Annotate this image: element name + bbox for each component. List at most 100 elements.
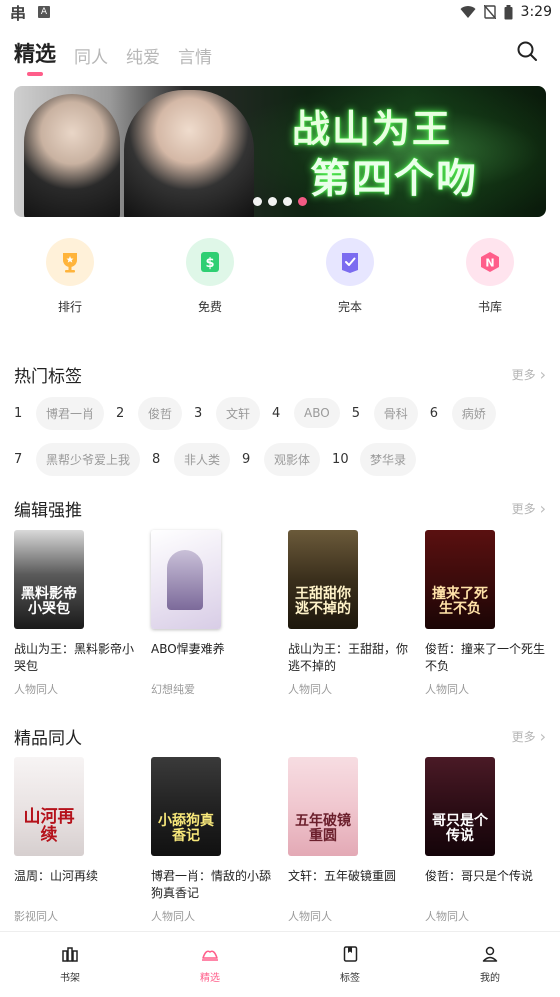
tag-item[interactable]: 9 观影体 [242,442,321,476]
nav-tags[interactable]: 标签 [280,932,420,997]
book-card[interactable]: ABO悍妻难养 幻想纯爱 [151,530,288,697]
book-category: 人物同人 [288,910,332,923]
book-category: 人物同人 [288,683,332,696]
cover-title: 哥只是个传说 [432,813,488,844]
book-title[interactable]: 博君一肖：情敌的小舔狗真香记 [151,868,275,902]
tag-pill[interactable]: 文轩 [216,396,261,430]
bottom-navigation: 书架 精选 标签 我的 [0,931,560,997]
tab-romance[interactable]: 言情 [178,43,212,68]
tag-item[interactable]: 8 非人类 [152,442,231,476]
search-icon[interactable] [516,40,538,62]
category-library[interactable]: N 书库 [420,238,560,315]
tag-rank: 10 [332,451,349,467]
book-cover[interactable]: 黑料影帝小哭包 [14,530,84,629]
tab-fanfic[interactable]: 同人 [74,43,108,68]
book-title[interactable]: 战山为王：王甜甜，你逃不掉的 [288,641,412,675]
more-label: 更多 [511,502,536,516]
banner-pager [14,197,546,206]
book-title[interactable]: ABO悍妻难养 [151,641,275,675]
book-title[interactable]: 俊哲：撞来了一个死生不负 [425,641,549,675]
tag-pill[interactable]: 梦华录 [360,442,417,476]
book-card[interactable]: 五年破镜重圆 文轩：五年破镜重圆 人物同人 [288,757,425,924]
book-title[interactable]: 温周：山河再续 [14,868,138,902]
book-card[interactable]: 黑料影帝小哭包 战山为王：黑料影帝小哭包 人物同人 [14,530,151,697]
tag-rank: 2 [116,405,125,421]
nav-featured[interactable]: 精选 [140,932,280,997]
editor-picks-header: 编辑强推 更多 › [14,496,546,521]
chevron-right-icon: › [539,727,546,746]
cover-title: 撞来了死生不负 [432,586,488,617]
tag-pill[interactable]: 黑帮少爷爱上我 [36,442,141,476]
book-card[interactable]: 小舔狗真香记 博君一肖：情敌的小舔狗真香记 人物同人 [151,757,288,924]
banner-dot[interactable] [253,197,262,206]
nav-profile[interactable]: 我的 [420,932,560,997]
tag-item[interactable]: 1 博君一肖 [14,396,105,430]
tag-rank: 4 [272,405,281,421]
tab-bl[interactable]: 纯爱 [126,43,160,68]
tag-item[interactable]: 3 文轩 [194,396,261,430]
cover-title: 小舔狗真香记 [158,813,214,844]
book-card[interactable]: 撞来了死生不负 俊哲：撞来了一个死生不负 人物同人 [425,530,560,697]
tab-featured[interactable]: 精选 [14,38,56,68]
nav-label: 精选 [200,973,220,984]
book-cover[interactable]: 山河再续 [14,757,84,856]
category-shortcuts: 排行 $ 免费 完本 N 书库 [0,238,560,315]
featured-icon [202,950,218,961]
tag-item[interactable]: 10 梦华录 [332,442,417,476]
cover-title: 黑料影帝小哭包 [21,586,77,617]
tag-item[interactable]: 5 骨科 [352,396,418,430]
banner-subtitle: 第四个吻 [310,155,478,202]
book-cover[interactable]: 小舔狗真香记 [151,757,221,856]
chevron-right-icon: › [539,365,546,384]
tag-item[interactable]: 7 黑帮少爷爱上我 [14,442,141,476]
tag-pill[interactable]: 俊哲 [138,396,183,430]
banner-dot-active[interactable] [298,197,307,206]
category-label: 排行 [57,300,82,314]
check-badge-icon [326,238,374,286]
book-card[interactable]: 王甜甜你逃不掉的 战山为王：王甜甜，你逃不掉的 人物同人 [288,530,425,697]
book-title[interactable]: 俊哲：哥只是个传说 [425,868,549,902]
book-cover[interactable]: 王甜甜你逃不掉的 [288,530,358,629]
tag-rank: 1 [14,405,23,421]
book-cover[interactable]: 五年破镜重圆 [288,757,358,856]
battery-icon [504,4,513,19]
top-tabs: 精选 同人 纯爱 言情 [14,38,212,68]
book-category: 人物同人 [151,910,195,923]
book-title[interactable]: 战山为王：黑料影帝小哭包 [14,641,138,675]
book-category: 人物同人 [14,683,58,696]
tag-item[interactable]: 6 病娇 [430,396,496,430]
book-cover[interactable]: 撞来了死生不负 [425,530,495,629]
category-completed[interactable]: 完本 [280,238,420,315]
more-link[interactable]: 更多 › [512,727,546,746]
book-cover[interactable]: 哥只是个传说 [425,757,495,856]
tag-item[interactable]: 4 ABO [272,398,340,428]
promo-banner[interactable]: 战山为王 第四个吻 [14,86,546,217]
tag-item[interactable]: 2 俊哲 [116,396,183,430]
more-label: 更多 [511,730,536,744]
bookshelf-icon [62,947,78,962]
more-link[interactable]: 更多 › [512,365,546,384]
book-card[interactable]: 哥只是个传说 俊哲：哥只是个传说 人物同人 [425,757,560,924]
banner-dot[interactable] [283,197,292,206]
tag-pill[interactable]: 博君一肖 [36,396,105,430]
tag-pill[interactable]: 病娇 [451,396,496,430]
nav-label: 我的 [480,973,500,984]
cover-illustration [167,550,203,610]
tag-pill[interactable]: 非人类 [174,442,231,476]
tag-pill[interactable]: 观影体 [264,442,321,476]
status-time: 3:29 [520,4,552,20]
book-title[interactable]: 文轩：五年破镜重圆 [288,868,412,902]
tag-rank: 9 [242,451,251,467]
category-ranking[interactable]: 排行 [0,238,140,315]
tag-pill[interactable]: 骨科 [373,396,418,430]
book-cover[interactable] [151,530,221,629]
section-title: 热门标签 [14,367,82,387]
book-card[interactable]: 山河再续 温周：山河再续 影视同人 [14,757,151,924]
tag-pill[interactable]: ABO [294,398,340,428]
tag-row: 7 黑帮少爷爱上我 8 非人类 9 观影体 10 梦华录 [14,442,546,476]
premium-fanfic-list: 山河再续 温周：山河再续 影视同人 小舔狗真香记 博君一肖：情敌的小舔狗真香记 … [14,757,560,924]
banner-dot[interactable] [268,197,277,206]
nav-bookshelf[interactable]: 书架 [0,932,140,997]
more-link[interactable]: 更多 › [512,499,546,518]
category-free[interactable]: $ 免费 [140,238,280,315]
